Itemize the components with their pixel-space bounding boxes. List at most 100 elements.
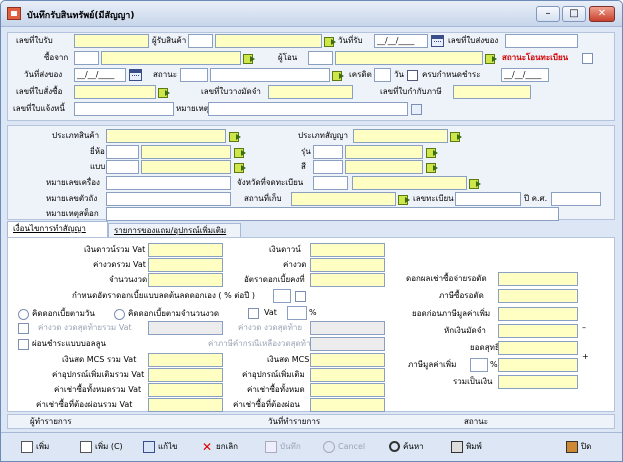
print-button[interactable]: พิมพ์: [451, 438, 482, 456]
rate-field[interactable]: [310, 273, 385, 287]
by-period-radio[interactable]: [114, 309, 125, 320]
add-copy-button[interactable]: เพิ่ม (C): [80, 438, 123, 456]
mcs-field[interactable]: [310, 353, 385, 367]
color-name-field[interactable]: [345, 160, 423, 174]
status-picker-icon[interactable]: [332, 70, 344, 81]
stock-note-field[interactable]: [106, 207, 559, 221]
rent-label: ค่าเช่าซื้อทั้งหมด: [247, 385, 305, 394]
vendor-code-field[interactable]: [74, 51, 99, 65]
tax-no-field[interactable]: [453, 85, 531, 99]
net-field[interactable]: [498, 341, 578, 355]
brand-name-field[interactable]: [141, 145, 231, 159]
body-no-field[interactable]: [106, 192, 231, 206]
style-code-field[interactable]: [106, 160, 139, 174]
deposit-no-field[interactable]: [268, 85, 353, 99]
down-vat-field[interactable]: [148, 243, 223, 257]
product-type-field[interactable]: [106, 129, 226, 143]
status-name-field[interactable]: [210, 68, 330, 82]
delivery-no-field[interactable]: [505, 34, 578, 48]
maximize-button[interactable]: □: [562, 6, 586, 22]
delivery-date-field[interactable]: __/__/____: [74, 68, 126, 82]
receiver-picker-icon[interactable]: [324, 36, 336, 47]
receive-date-field[interactable]: __/__/____: [374, 34, 428, 48]
receiver-code-field[interactable]: [188, 34, 213, 48]
model-name-field[interactable]: [345, 145, 423, 159]
by-day-radio[interactable]: [18, 309, 29, 320]
calendar-icon[interactable]: [431, 35, 444, 47]
storage-picker-icon[interactable]: [398, 194, 410, 205]
brand-picker-icon[interactable]: [234, 147, 246, 158]
year-field[interactable]: [551, 192, 601, 206]
transferor-picker-icon[interactable]: [485, 53, 497, 64]
notify-no-field[interactable]: [74, 102, 174, 116]
search-button[interactable]: ค้นหา: [389, 438, 424, 456]
transfer-status-checkbox[interactable]: [582, 53, 593, 64]
reg-no-field[interactable]: [455, 192, 521, 206]
tab-contract-terms[interactable]: เงื่อนไขการทำสัญญา: [7, 221, 108, 237]
vendor-picker-icon[interactable]: [243, 53, 255, 64]
receipt-no-field[interactable]: [74, 34, 149, 48]
due-date-field[interactable]: __/__/____: [501, 68, 549, 82]
storage-field[interactable]: [291, 192, 396, 206]
total-field[interactable]: [498, 375, 578, 389]
vat-add-percent-field[interactable]: [470, 358, 488, 372]
acc-vat-field[interactable]: [148, 368, 223, 382]
int-pay-field[interactable]: [498, 272, 578, 286]
period-vat-field[interactable]: [148, 258, 223, 272]
province-picker-icon[interactable]: [469, 178, 481, 189]
reg-province-code-field[interactable]: [313, 176, 348, 190]
num-periods-field[interactable]: [148, 273, 223, 287]
exit-button[interactable]: ปิด: [566, 438, 591, 456]
down-field[interactable]: [310, 243, 385, 257]
tab-extras[interactable]: รายการของแถม/อุปกรณ์เพิ่มเติม: [108, 223, 241, 237]
credit-field[interactable]: [374, 68, 391, 82]
mcs-vat-field[interactable]: [148, 353, 223, 367]
rent-left-vat-field[interactable]: [148, 398, 223, 412]
eff-rate-checkbox[interactable]: [295, 291, 306, 302]
transferor-code-field[interactable]: [308, 51, 333, 65]
vat-percent-field[interactable]: [287, 306, 307, 320]
contract-type-picker-icon[interactable]: [450, 131, 462, 142]
po-no-field[interactable]: [74, 85, 156, 99]
model-code-field[interactable]: [313, 145, 343, 159]
note-field[interactable]: [208, 102, 408, 116]
vendor-name-field[interactable]: [101, 51, 241, 65]
receiver-name-field[interactable]: [215, 34, 322, 48]
reg-province-name-field[interactable]: [352, 176, 467, 190]
style-name-field[interactable]: [141, 160, 231, 174]
glasses-icon[interactable]: [407, 70, 418, 81]
color-picker-icon[interactable]: [426, 162, 438, 173]
product-type-picker-icon[interactable]: [229, 131, 241, 142]
deposit-field[interactable]: [498, 324, 578, 338]
rent-vat-field[interactable]: [148, 383, 223, 397]
rent-left-field[interactable]: [310, 398, 385, 412]
close-button[interactable]: ✕: [589, 6, 615, 22]
color-code-field[interactable]: [313, 160, 343, 174]
cancel-doc-button[interactable]: ✕ ยกเลิก: [201, 438, 238, 456]
last-period-checkbox[interactable]: [18, 323, 29, 334]
add-button[interactable]: เพิ่ม: [21, 438, 49, 456]
minimize-button[interactable]: –: [536, 6, 560, 22]
balloon-checkbox[interactable]: [18, 339, 29, 350]
edit-button[interactable]: แก้ไข: [143, 438, 178, 456]
eff-rate-field[interactable]: [273, 289, 291, 303]
vat-checkbox[interactable]: [248, 308, 259, 319]
period-field[interactable]: [310, 258, 385, 272]
save-button[interactable]: บันทึก: [265, 438, 301, 456]
style-picker-icon[interactable]: [234, 162, 246, 173]
rent-field[interactable]: [310, 383, 385, 397]
note-lookup-icon[interactable]: [411, 104, 422, 115]
bal-before-field[interactable]: [498, 307, 578, 321]
vat-add-field[interactable]: [498, 358, 578, 372]
contract-type-field[interactable]: [353, 129, 448, 143]
transferor-name-field[interactable]: [335, 51, 483, 65]
vat-pay-field[interactable]: [498, 289, 578, 303]
acc-field[interactable]: [310, 368, 385, 382]
po-picker-icon[interactable]: [158, 87, 170, 98]
model-picker-icon[interactable]: [426, 147, 438, 158]
delivery-calendar-icon[interactable]: [129, 69, 142, 81]
status-code-field[interactable]: [180, 68, 208, 82]
brand-code-field[interactable]: [106, 145, 139, 159]
cancel-button[interactable]: Cancel: [323, 438, 365, 456]
chassis-field[interactable]: [106, 176, 231, 190]
